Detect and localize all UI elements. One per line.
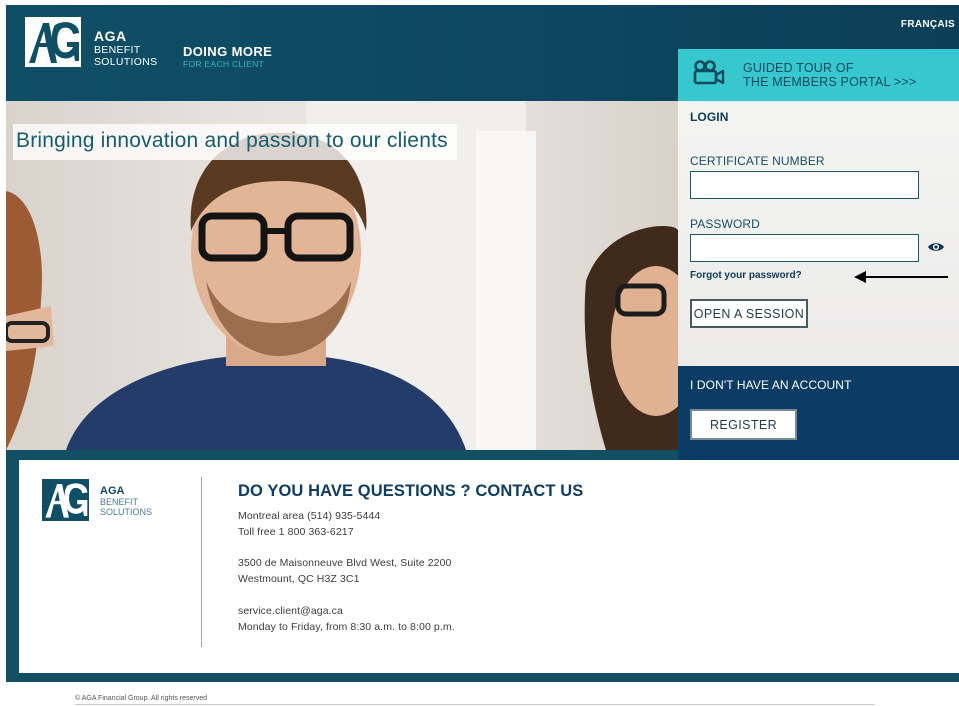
certificate-number-input[interactable]: [690, 171, 919, 199]
brand-line-3: SOLUTIONS: [94, 55, 158, 68]
contact-section: AGA BENEFIT SOLUTIONS DO YOU HAVE QUESTI…: [19, 460, 959, 673]
brand-name: AGA BENEFIT SOLUTIONS: [94, 29, 157, 67]
contact-address-line-1: 3500 de Maisonneuve Blvd West, Suite 220…: [238, 557, 452, 569]
eye-icon[interactable]: [927, 241, 945, 253]
aga-footer-logo-icon: [42, 479, 89, 521]
brand-line-2: BENEFIT: [94, 44, 141, 56]
hero-caption: Bringing innovation and passion to our c…: [13, 124, 457, 160]
contact-title: DO YOU HAVE QUESTIONS ? CONTACT US: [238, 482, 584, 500]
aga-logo-mark-icon: [25, 17, 81, 67]
tour-line-1: GUIDED TOUR OF: [743, 61, 854, 75]
guided-tour-banner[interactable]: GUIDED TOUR OF THE MEMBERS PORTAL >>>: [678, 49, 959, 101]
footer-brand-line-1: AGA: [100, 485, 125, 497]
hero-image: Bringing innovation and passion to our c…: [6, 101, 678, 450]
contact-address-line-2: Westmount, QC H3Z 3C1: [238, 573, 360, 585]
no-account-text: I DON'T HAVE AN ACCOUNT: [690, 378, 852, 392]
tour-line-2: THE MEMBERS PORTAL >>>: [743, 75, 917, 89]
contact-phone-local: Montreal area (514) 935-5444: [238, 510, 381, 522]
aga-logo[interactable]: [25, 17, 81, 67]
forgot-password-link[interactable]: Forgot your password?: [690, 270, 802, 281]
page-frame: AGA BENEFIT SOLUTIONS DOING MORE FOR EAC…: [6, 5, 959, 682]
login-title: LOGIN: [690, 110, 729, 124]
copyright-text: © AGA Financial Group. All rights reserv…: [75, 695, 207, 702]
slogan-line-2: FOR EACH CLIENT: [183, 59, 265, 69]
login-panel: LOGIN CERTIFICATE NUMBER PASSWORD Forgot…: [678, 101, 959, 366]
contact-phone-toll-free: Toll free 1 800 363-6217: [238, 526, 354, 538]
certificate-number-label: CERTIFICATE NUMBER: [690, 154, 825, 168]
footer-brand-line-3: SOLUTIONS: [100, 507, 153, 517]
contact-hours: Monday to Friday, from 8:30 a.m. to 8:00…: [238, 621, 455, 633]
contact-divider: [201, 477, 202, 647]
footer-brand-name: AGA BENEFIT SOLUTIONS: [100, 486, 152, 517]
contact-email[interactable]: service.client@aga.ca: [238, 605, 343, 617]
slogan-line-1: DOING MORE: [183, 44, 273, 59]
footer-divider: [75, 704, 875, 705]
brand-line-1: AGA: [94, 28, 127, 44]
video-camera-icon: [693, 60, 725, 85]
password-input[interactable]: [690, 234, 919, 262]
open-session-button[interactable]: OPEN A SESSION: [690, 299, 808, 328]
arrow-left-icon: [854, 271, 948, 283]
register-button[interactable]: REGISTER: [690, 409, 797, 440]
password-label: PASSWORD: [690, 217, 760, 231]
language-link[interactable]: FRANÇAIS: [901, 19, 955, 30]
slogan: DOING MORE FOR EACH CLIENT: [183, 45, 272, 69]
register-panel: I DON'T HAVE AN ACCOUNT REGISTER: [678, 366, 959, 460]
footer-brand-line-2: BENEFIT: [100, 497, 139, 507]
